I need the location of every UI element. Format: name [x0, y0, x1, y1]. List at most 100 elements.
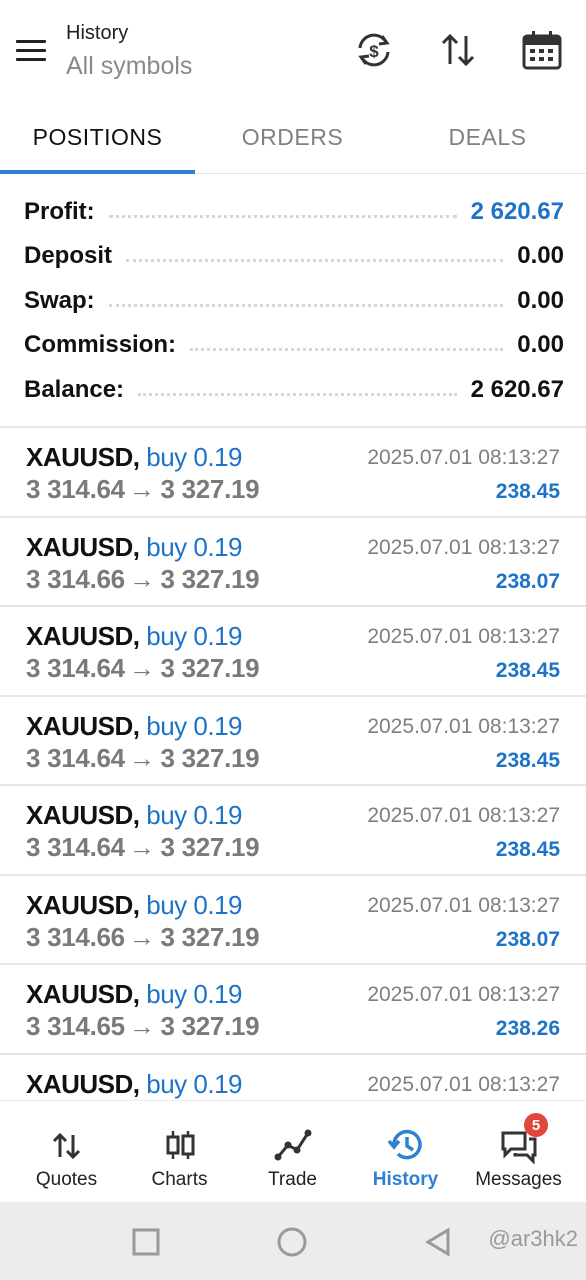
system-nav-bar: @ar3hk2: [0, 1202, 586, 1280]
dotted-leader: [138, 392, 457, 396]
currency-exchange-icon[interactable]: $: [352, 28, 396, 72]
position-profit: 238.45: [495, 659, 560, 682]
position-prices: 3 314.65 → 3 327.19: [26, 1011, 260, 1041]
position-symbol: XAUUSD, buy 0.19: [26, 621, 242, 651]
position-time: 2025.07.01 08:13:27: [367, 1072, 560, 1096]
nav-messages[interactable]: 5 Messages: [460, 1101, 577, 1203]
position-row[interactable]: XAUUSD, buy 0.19 3 314.64 → 3 327.19 2025.…: [0, 428, 586, 518]
nav-label: Charts: [151, 1169, 208, 1190]
summary-value: 2 620.67: [470, 198, 564, 225]
arrow-right-icon: →: [128, 742, 155, 773]
position-side: buy 0.19: [146, 979, 242, 1009]
position-prices: 3 314.66 → 3 327.19: [26, 563, 260, 594]
position-side: buy 0.19: [146, 889, 242, 920]
position-symbol: XAUUSD, buy 0.19: [26, 531, 242, 562]
dotted-leader: [190, 347, 504, 351]
summary-label: Swap:: [24, 287, 95, 314]
position-prices: 3 314.64 → 3 327.19: [26, 653, 260, 683]
summary-panel: Profit: 2 620.67 Deposit 0.00 Swap: 0.00…: [0, 184, 586, 424]
position-row[interactable]: XAUUSD, buy 0.19 2025.07.01 08:13:27: [0, 1055, 586, 1101]
active-tab-indicator: [0, 170, 195, 174]
menu-icon[interactable]: [16, 38, 48, 64]
watermark: @ar3hk2: [488, 1226, 578, 1251]
position-profit: 238.45: [495, 838, 560, 861]
app-header: History All symbols $: [0, 0, 586, 100]
tab-deals[interactable]: DEALS: [390, 100, 585, 174]
summary-value: 0.00: [517, 331, 564, 358]
position-row[interactable]: XAUUSD, buy 0.19 3 314.64 → 3 327.19 2025.…: [0, 786, 586, 876]
summary-value: 2 620.67: [470, 376, 564, 403]
position-row[interactable]: XAUUSD, buy 0.19 3 314.66 → 3 327.19 2025.…: [0, 518, 586, 607]
tab-positions[interactable]: POSITIONS: [0, 100, 195, 174]
position-prices: 3 314.64 → 3 327.19: [26, 832, 260, 862]
dotted-leader: [108, 303, 504, 307]
summary-row-deposit: Deposit 0.00: [24, 234, 564, 278]
quotes-icon: [47, 1125, 87, 1165]
position-time: 2025.07.01 08:13:27: [367, 625, 560, 648]
page-title: History: [66, 22, 129, 44]
trade-icon: [273, 1125, 313, 1165]
position-profit: 238.07: [495, 927, 560, 951]
position-symbol: XAUUSD, buy 0.19: [26, 710, 242, 741]
summary-row-swap: Swap: 0.00: [24, 279, 564, 323]
position-side: buy 0.19: [146, 442, 242, 472]
position-row[interactable]: XAUUSD, buy 0.19 3 314.65 → 3 327.19 2025.…: [0, 965, 586, 1055]
position-side: buy 0.19: [146, 1068, 242, 1099]
summary-row-profit: Profit: 2 620.67: [24, 190, 564, 234]
charts-icon: [160, 1125, 200, 1165]
position-symbol: XAUUSD, buy 0.19: [26, 800, 242, 830]
history-icon: [386, 1125, 426, 1165]
dotted-leader: [108, 214, 457, 218]
summary-value: 0.00: [517, 242, 564, 269]
history-tabs: POSITIONS ORDERS DEALS: [0, 100, 586, 174]
position-profit: 238.45: [495, 748, 560, 772]
symbol-filter[interactable]: All symbols: [66, 52, 192, 81]
position-profit: 238.45: [495, 480, 560, 503]
position-row[interactable]: XAUUSD, buy 0.19 3 314.64 → 3 327.19 2025.…: [0, 607, 586, 697]
arrow-right-icon: →: [128, 832, 155, 862]
position-prices: 3 314.66 → 3 327.19: [26, 921, 260, 952]
back-icon[interactable]: [420, 1224, 456, 1260]
position-profit: 238.07: [495, 569, 560, 593]
position-prices: 3 314.64 → 3 327.19: [26, 474, 260, 504]
summary-row-commission: Commission: 0.00: [24, 323, 564, 367]
summary-label: Commission:: [24, 331, 177, 358]
position-time: 2025.07.01 08:13:27: [367, 983, 560, 1006]
position-prices: 3 314.64 → 3 327.19: [26, 742, 260, 773]
arrow-right-icon: →: [128, 474, 155, 504]
position-row[interactable]: XAUUSD, buy 0.19 3 314.64 → 3 327.19 2025.…: [0, 697, 586, 786]
arrow-right-icon: →: [128, 563, 155, 594]
position-symbol: XAUUSD, buy 0.19: [26, 442, 242, 472]
recents-icon[interactable]: [128, 1224, 164, 1260]
position-row[interactable]: XAUUSD, buy 0.19 3 314.66 → 3 327.19 2025.…: [0, 876, 586, 965]
position-time: 2025.07.01 08:13:27: [367, 804, 560, 827]
arrow-right-icon: →: [128, 653, 155, 683]
nav-trade[interactable]: Trade: [234, 1101, 351, 1203]
summary-label: Balance:: [24, 376, 125, 403]
arrow-right-icon: →: [128, 1011, 155, 1041]
calendar-icon[interactable]: [520, 28, 564, 72]
home-icon[interactable]: [274, 1224, 310, 1260]
summary-row-balance: Balance: 2 620.67: [24, 368, 564, 412]
position-symbol: XAUUSD, buy 0.19: [26, 1068, 242, 1099]
bottom-navigation: Quotes Charts Trade History 5 Messages: [0, 1100, 586, 1202]
tab-orders[interactable]: ORDERS: [195, 100, 390, 174]
nav-label: Messages: [475, 1169, 562, 1190]
position-side: buy 0.19: [146, 710, 242, 741]
position-profit: 238.26: [495, 1017, 560, 1040]
summary-label: Deposit: [24, 242, 113, 269]
nav-history[interactable]: History: [347, 1101, 464, 1203]
dotted-leader: [126, 258, 504, 262]
nav-label: Quotes: [35, 1169, 98, 1190]
arrow-right-icon: →: [128, 921, 155, 952]
position-time: 2025.07.01 08:13:27: [367, 893, 560, 917]
nav-charts[interactable]: Charts: [121, 1101, 238, 1203]
svg-text:$: $: [369, 42, 379, 61]
summary-label: Profit:: [24, 198, 95, 225]
nav-quotes[interactable]: Quotes: [8, 1101, 125, 1203]
sort-icon[interactable]: [436, 28, 480, 72]
position-side: buy 0.19: [146, 800, 242, 830]
position-time: 2025.07.01 08:13:27: [367, 535, 560, 559]
nav-label: History: [372, 1169, 439, 1190]
positions-list[interactable]: XAUUSD, buy 0.19 3 314.64 → 3 327.19 2025.…: [0, 426, 586, 1100]
